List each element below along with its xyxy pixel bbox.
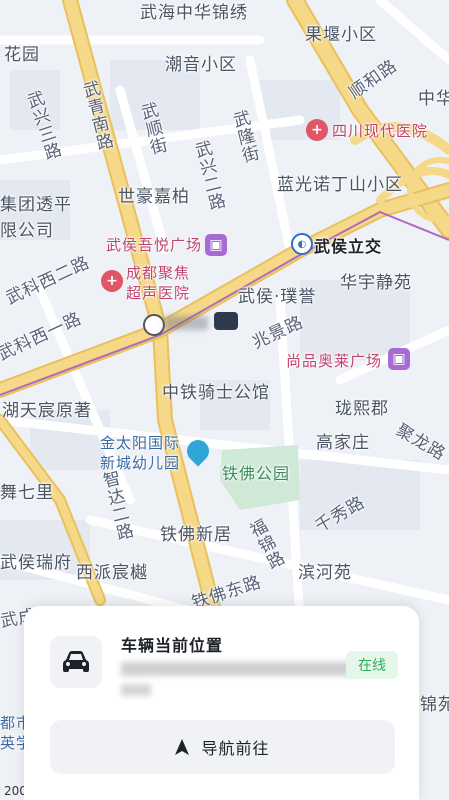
poi-juchao-label-1[interactable]: 成都聚焦 <box>126 262 190 283</box>
poi-kindergarten-label-1[interactable]: 金太阳国际 <box>100 432 180 453</box>
address-line-2-redacted <box>121 684 151 696</box>
poi-hospital-label[interactable]: 四川现代医院 <box>332 120 428 141</box>
navigate-button-label: 导航前往 <box>201 739 270 758</box>
poi-aolai-label[interactable]: 尚品奥莱广场 <box>286 350 382 371</box>
address-line-redacted <box>121 662 357 676</box>
navigate-button[interactable]: 导航前往 <box>50 720 395 774</box>
navigation-arrow-icon <box>175 739 190 755</box>
vehicle-location-icon[interactable] <box>143 314 165 336</box>
car-icon-box <box>50 636 102 688</box>
status-badge: 在线 <box>346 651 398 679</box>
map-label-xipai: 西派宸樾 <box>76 563 148 583</box>
map-label-languang: 蓝光诺丁山小区 <box>277 175 403 195</box>
map-label-longxi: 珑熙郡 <box>335 399 389 419</box>
card-title: 车辆当前位置 <box>121 636 224 655</box>
poi-metro-label[interactable]: 武侯立交 <box>314 233 382 257</box>
map-label-jinyuan: 锦苑 <box>420 695 449 715</box>
map-label-hutian: 湖天宸原著 <box>2 401 92 421</box>
car-icon <box>63 651 89 672</box>
hospital-icon[interactable]: + <box>306 119 328 141</box>
map-label-jituan: 集团透平 <box>0 195 72 215</box>
poi-kindergarten-label-2[interactable]: 新城幼儿园 <box>100 452 180 473</box>
hospital-icon[interactable]: + <box>101 270 123 292</box>
map-label-wuhai: 武海中华锦绣 <box>140 3 248 23</box>
shopping-bag-icon[interactable]: ▣ <box>388 348 410 370</box>
metro-station-icon[interactable]: ◐ <box>291 233 313 255</box>
map-label-shihao: 世豪嘉柏 <box>118 187 190 207</box>
map-label-gongsi: 限公司 <box>0 221 54 241</box>
vehicle-location-card: 车辆当前位置 在线 导航前往 <box>24 606 419 800</box>
shopping-bag-icon[interactable]: ▣ <box>205 234 227 256</box>
map-label-huayu: 华宇静苑 <box>340 273 412 293</box>
poi-park-label[interactable]: 铁佛公园 <box>222 460 290 484</box>
map-label-gaojiazhuang: 高家庄 <box>316 433 370 453</box>
car-marker-icon[interactable] <box>214 312 238 330</box>
poi-wuyue-label[interactable]: 武侯吾悦广场 <box>106 234 202 255</box>
map-label-zhong: 中华 <box>418 89 449 109</box>
vehicle-location-label-redacted <box>164 316 208 330</box>
map-label-chaoyin: 潮音小区 <box>165 55 237 75</box>
map-label-guoyan: 果堰小区 <box>305 25 377 45</box>
map-label-binhe: 滨河苑 <box>298 563 352 583</box>
poi-juchao-label-2[interactable]: 超声医院 <box>126 282 190 303</box>
map-label-tiefo-xinju: 铁佛新居 <box>160 525 232 545</box>
map-label-huayuan: 花园 <box>4 45 40 65</box>
map-label-wuqili: 舞七里 <box>0 483 54 503</box>
map-label-wuhou-pu: 武侯·璞誉 <box>238 287 317 307</box>
map-label-wuhou-ruifu: 武侯瑞府 <box>0 553 72 573</box>
map-label-zhongtie-qishi: 中铁骑士公馆 <box>162 383 270 403</box>
